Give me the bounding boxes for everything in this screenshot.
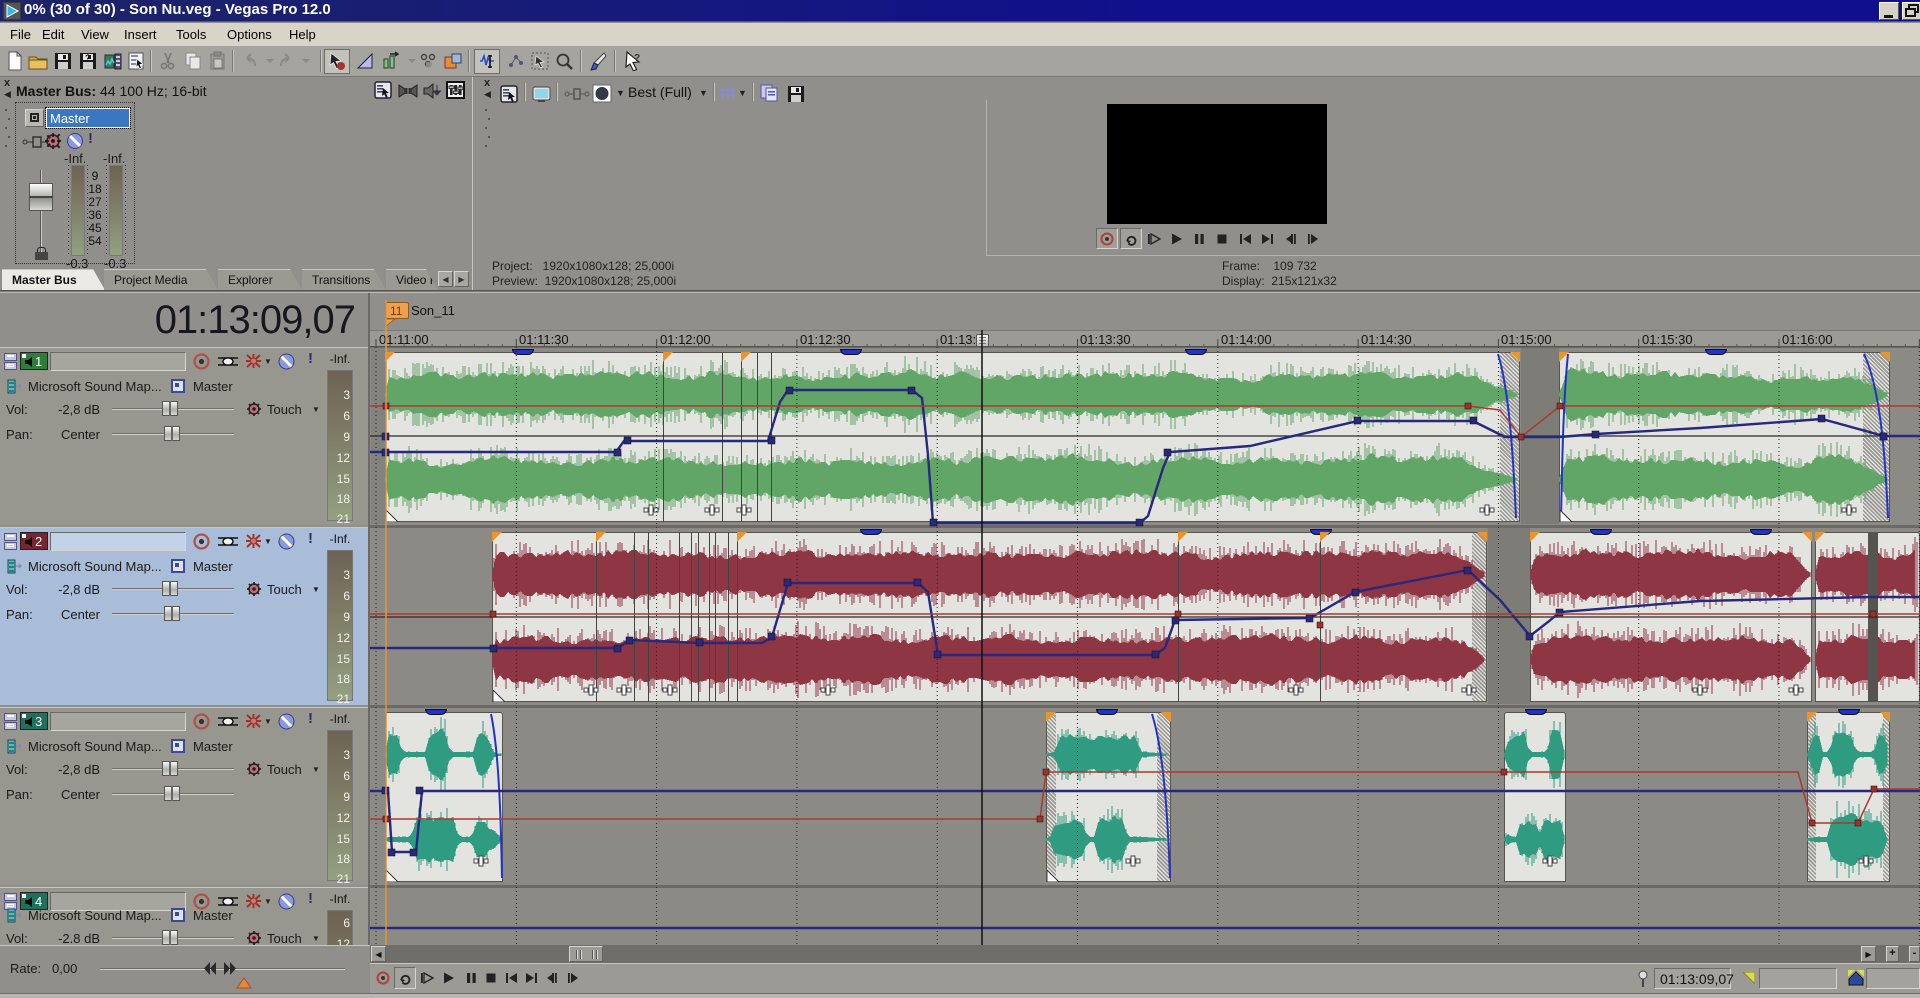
svg-text:?: ?: [634, 53, 640, 64]
svg-text:?: ?: [85, 53, 91, 63]
